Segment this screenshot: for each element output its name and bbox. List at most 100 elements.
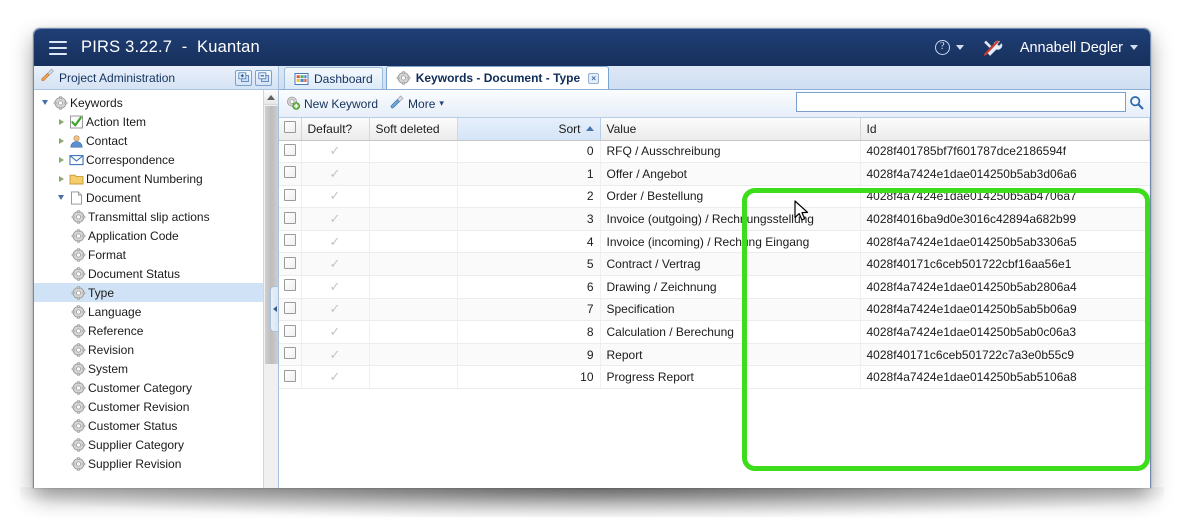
- tree-collapse-chevron-down-icon[interactable]: [54, 195, 68, 200]
- row-checkbox[interactable]: [283, 166, 296, 179]
- tree-item-action-item[interactable]: Action Item: [34, 112, 278, 131]
- row-checkbox-cell[interactable]: [279, 230, 302, 254]
- user-name-label[interactable]: Annabell Degler: [1020, 40, 1123, 56]
- new-keyword-button[interactable]: New Keyword: [285, 95, 378, 113]
- row-id-cell: 4028f4a7424e1dae014250b5ab3306a5: [860, 230, 1150, 254]
- table-row[interactable]: ✓ 8 Calculation / Berechung 4028f4a7424e1da…: [279, 320, 1150, 344]
- row-checkbox-cell[interactable]: [279, 162, 302, 186]
- tree-item-type[interactable]: Type: [34, 283, 278, 302]
- grid-select-all-checkbox[interactable]: [279, 118, 302, 141]
- grid-header-label: Value: [606, 121, 637, 136]
- tree-item-supplier-category[interactable]: Supplier Category: [34, 435, 278, 454]
- row-checkbox[interactable]: [283, 301, 296, 314]
- tree-item-document[interactable]: Document: [34, 188, 278, 207]
- tree-item-customer-category[interactable]: Customer Category: [34, 378, 278, 397]
- gear-icon: [52, 95, 68, 110]
- hamburger-menu-icon[interactable]: [49, 40, 67, 55]
- tree-item-format[interactable]: Format: [34, 245, 278, 264]
- search-input[interactable]: [796, 92, 1126, 112]
- table-row[interactable]: ✓ 1 Offer / Angebot 4028f4a7424e1dae014250b…: [279, 162, 1150, 186]
- table-row[interactable]: ✓ 9 Report 4028f40171c6ceb501722c7a3e0b55c9: [279, 343, 1150, 367]
- row-checkbox[interactable]: [283, 211, 296, 224]
- tree-expand-chevron-right-icon[interactable]: [54, 118, 68, 125]
- expand-all-button[interactable]: [235, 69, 252, 86]
- sidebar-collapse-handle[interactable]: [270, 286, 278, 332]
- user-menu-chevron-down-icon[interactable]: [1130, 45, 1138, 50]
- tree-item-customer-status[interactable]: Customer Status: [34, 416, 278, 435]
- row-checkbox-cell[interactable]: [279, 207, 302, 231]
- tree-item-customer-revision[interactable]: Customer Revision: [34, 397, 278, 416]
- tree-item-keywords[interactable]: Keywords: [34, 93, 278, 112]
- tree-item-document-status[interactable]: Document Status: [34, 264, 278, 283]
- collapse-all-button[interactable]: [255, 69, 272, 86]
- row-checkbox[interactable]: [283, 347, 296, 360]
- row-checkbox[interactable]: [283, 256, 296, 269]
- row-default-cell: ✓: [301, 275, 370, 299]
- tree-item-supplier-revision[interactable]: Supplier Revision: [34, 454, 278, 473]
- tree-item-label: Customer Category: [88, 380, 193, 395]
- table-row[interactable]: ✓ 0 RFQ / Ausschreibung 4028f401785bf7f6017…: [279, 140, 1150, 164]
- tree-item-correspondence[interactable]: Correspondence: [34, 150, 278, 169]
- table-row[interactable]: ✓ 4 Invoice (incoming) / Rechung Eingang 40…: [279, 230, 1150, 254]
- tree-item-revision[interactable]: Revision: [34, 340, 278, 359]
- tree-item-system[interactable]: System: [34, 359, 278, 378]
- row-checkbox[interactable]: [283, 234, 296, 247]
- row-default-cell: ✓: [301, 298, 370, 322]
- search-icon[interactable]: [1126, 92, 1146, 112]
- row-checkbox-cell[interactable]: [279, 185, 302, 209]
- tab-label: Keywords - Document - Type: [415, 71, 581, 85]
- scroll-up-arrow-icon[interactable]: [264, 90, 278, 105]
- tree-item-document-numbering[interactable]: Document Numbering: [34, 169, 278, 188]
- row-soft-deleted-cell: [369, 320, 458, 344]
- checkmark-icon: ✓: [329, 369, 341, 385]
- row-id-cell: 4028f4a7424e1dae014250b5ab0c06a3: [860, 320, 1150, 344]
- keywords-grid: Default? Soft deleted Sort Value Id ✓ 0 RFQ / …: [279, 118, 1150, 390]
- tree-item-label: Contact: [86, 133, 128, 148]
- row-checkbox-cell[interactable]: [279, 140, 302, 164]
- tree-item-contact[interactable]: Contact: [34, 131, 278, 150]
- tree-expand-chevron-right-icon[interactable]: [54, 156, 68, 163]
- more-screwdriver-icon: [390, 95, 404, 112]
- tree-expand-chevron-right-icon[interactable]: [54, 137, 68, 144]
- grid-header-sort[interactable]: Sort: [457, 118, 601, 141]
- row-checkbox-cell[interactable]: [279, 275, 302, 299]
- row-checkbox[interactable]: [283, 188, 296, 201]
- row-checkbox[interactable]: [283, 324, 296, 337]
- more-caret-down-icon: ▾: [439, 98, 444, 108]
- help-menu-button[interactable]: ?: [934, 40, 964, 55]
- row-checkbox-cell[interactable]: [279, 298, 302, 322]
- row-checkbox[interactable]: [283, 279, 296, 292]
- row-filler-cell: [1149, 365, 1150, 390]
- table-row[interactable]: ✓ 10 Progress Report 4028f4a7424e1dae014250…: [279, 365, 1150, 390]
- row-checkbox-cell[interactable]: [279, 343, 302, 367]
- close-icon[interactable]: ×: [588, 72, 600, 84]
- row-checkbox-cell[interactable]: [279, 365, 302, 390]
- wrench-icon[interactable]: [982, 38, 1004, 58]
- table-row[interactable]: ✓ 3 Invoice (outgoing) / Rechnungsstellung…: [279, 207, 1150, 231]
- grid-header-id[interactable]: Id: [860, 118, 1150, 141]
- row-checkbox[interactable]: [283, 369, 296, 382]
- keyword-tree: Keywords Action Item Contact Correspondence…: [34, 90, 278, 473]
- table-row[interactable]: ✓ 6 Drawing / Zeichnung 4028f4a7424e1dae014…: [279, 275, 1150, 299]
- grid-header-softdeleted[interactable]: Soft deleted: [369, 118, 458, 141]
- row-checkbox-cell[interactable]: [279, 320, 302, 344]
- tree-expand-chevron-right-icon[interactable]: [54, 175, 68, 182]
- table-row[interactable]: ✓ 7 Specification 4028f4a7424e1dae014250b5a…: [279, 298, 1150, 322]
- select-all-checkbox[interactable]: [283, 121, 296, 134]
- tab-dashboard[interactable]: Dashboard: [284, 67, 383, 89]
- table-row[interactable]: ✓ 2 Order / Bestellung 4028f4a7424e1dae0142…: [279, 185, 1150, 209]
- row-default-cell: ✓: [301, 185, 370, 209]
- row-checkbox[interactable]: [283, 143, 296, 156]
- grid-header-default[interactable]: Default?: [301, 118, 370, 141]
- title-bar-right-controls: ? Annabell Degler: [934, 29, 1138, 66]
- table-row[interactable]: ✓ 5 Contract / Vertrag 4028f40171c6ceb50172…: [279, 252, 1150, 277]
- tree-item-transmittal-slip-actions[interactable]: Transmittal slip actions: [34, 207, 278, 226]
- grid-header-value[interactable]: Value: [600, 118, 861, 141]
- row-checkbox-cell[interactable]: [279, 252, 302, 277]
- tree-item-language[interactable]: Language: [34, 302, 278, 321]
- tab-keywords-document-type[interactable]: Keywords - Document - Type ×: [385, 66, 610, 89]
- tree-collapse-chevron-down-icon[interactable]: [38, 100, 52, 105]
- tree-item-application-code[interactable]: Application Code: [34, 226, 278, 245]
- tree-item-reference[interactable]: Reference: [34, 321, 278, 340]
- more-button[interactable]: More ▾: [390, 95, 444, 112]
